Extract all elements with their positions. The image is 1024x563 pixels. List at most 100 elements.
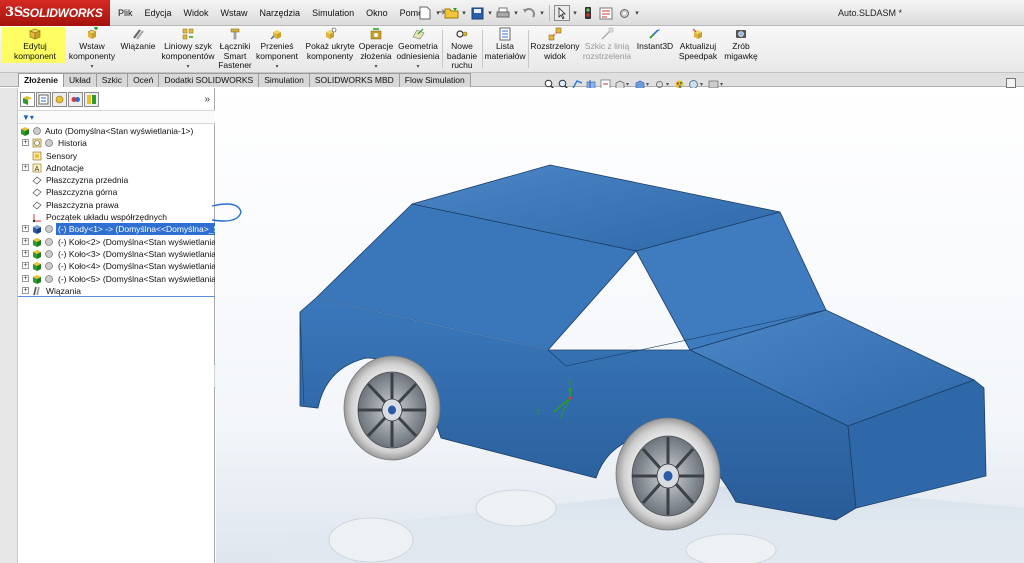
part-blue-icon bbox=[33, 225, 41, 235]
undo-dropdown-icon[interactable]: ▾ bbox=[538, 9, 546, 17]
view-settings-dropdown-icon[interactable]: ▾ bbox=[720, 81, 726, 88]
property-manager-tab-icon[interactable] bbox=[36, 92, 51, 107]
tab-ocen[interactable]: Oceń bbox=[127, 73, 160, 87]
view-orientation-dropdown-icon[interactable]: ▾ bbox=[626, 81, 632, 88]
tab-flow-simulation[interactable]: Flow Simulation bbox=[398, 73, 471, 87]
display-manager-tab-icon[interactable] bbox=[84, 92, 99, 107]
solidworks-logo[interactable]: 3S SOLIDWORKS bbox=[0, 0, 110, 26]
update-speedpak-button[interactable]: Aktualizuj Speedpak bbox=[676, 27, 720, 71]
menu-plik[interactable]: Plik bbox=[112, 0, 139, 26]
expand-icon[interactable]: + bbox=[22, 163, 29, 171]
filter-icon[interactable]: ▼▾ bbox=[22, 113, 34, 122]
expand-icon[interactable]: + bbox=[22, 249, 29, 257]
select-dropdown-icon[interactable]: ▾ bbox=[571, 9, 579, 17]
save-icon[interactable] bbox=[469, 5, 485, 21]
reference-geometry-dropdown-icon[interactable]: ▾ bbox=[416, 63, 419, 73]
menu-widok[interactable]: Widok bbox=[178, 0, 215, 26]
tab-simulation[interactable]: Simulation bbox=[258, 73, 310, 87]
explode-line-sketch-button[interactable]: Szkic z linią rozstrzelenia bbox=[582, 27, 632, 71]
open-dropdown-icon[interactable]: ▾ bbox=[460, 9, 468, 17]
display-style-dropdown-icon[interactable]: ▾ bbox=[646, 81, 652, 88]
assembly-icon bbox=[21, 127, 29, 136]
options-gear-icon[interactable] bbox=[616, 5, 632, 21]
reference-geometry-icon bbox=[412, 28, 425, 40]
open-folder-icon[interactable] bbox=[443, 5, 459, 21]
tree-item-plane-front[interactable]: Płaszczyzna przednia bbox=[18, 174, 215, 186]
move-component-dropdown-icon[interactable]: ▾ bbox=[275, 63, 278, 73]
print-icon[interactable] bbox=[495, 5, 511, 21]
tab-szkic[interactable]: Szkic bbox=[95, 73, 129, 87]
mate-button[interactable]: Wiązanie bbox=[118, 27, 158, 71]
take-snapshot-button[interactable]: Zrób migawkę bbox=[722, 27, 760, 71]
insert-components-button[interactable]: Wstaw komponenty ▾ bbox=[66, 27, 118, 71]
bill-of-materials-button[interactable]: Lista materiałów bbox=[484, 27, 526, 71]
expand-icon[interactable]: + bbox=[22, 237, 29, 245]
menu-simulation[interactable]: Simulation bbox=[306, 0, 360, 26]
panel-expand-icon[interactable]: » bbox=[204, 94, 210, 105]
insert-components-icon bbox=[87, 27, 98, 39]
expand-icon[interactable]: + bbox=[22, 225, 29, 233]
dimxpert-tab-icon[interactable] bbox=[68, 92, 83, 107]
tree-item-kolo-2[interactable]: + (-) Koło<2> (Domyślna<Stan wyświetlani… bbox=[18, 236, 215, 248]
hide-show-dropdown-icon[interactable]: ▾ bbox=[666, 81, 672, 88]
exploded-view-button[interactable]: Rozstrzelony widok bbox=[530, 27, 580, 71]
tab-uklad[interactable]: Układ bbox=[63, 73, 97, 87]
save-dropdown-icon[interactable]: ▾ bbox=[486, 9, 494, 17]
tree-item-body-1[interactable]: + (-) Body<1> -> (Domyślna<<Domyślna>_S bbox=[18, 223, 215, 236]
graphics-viewport[interactable]: Y Z bbox=[216, 88, 1024, 563]
tree-item-plane-top[interactable]: Płaszczyzna górna bbox=[18, 186, 215, 198]
tree-item-kolo-4[interactable]: + (-) Koło<4> (Domyślna<Stan wyświetlani… bbox=[18, 260, 215, 272]
menu-edycja[interactable]: Edycja bbox=[139, 0, 178, 26]
configuration-manager-tab-icon[interactable] bbox=[52, 92, 67, 107]
quick-access-toolbar: ▾ ▾ ▾ ▾ ▾ ▾ ▾ bbox=[416, 4, 641, 22]
tree-item-plane-right[interactable]: Płaszczyzna prawa bbox=[18, 199, 215, 211]
new-document-icon[interactable] bbox=[417, 5, 433, 21]
assembly-features-button[interactable]: Operacje złożenia ▾ bbox=[358, 27, 394, 71]
feature-manager-tab-icon[interactable] bbox=[20, 92, 35, 107]
expand-icon[interactable]: + bbox=[22, 286, 29, 294]
expand-icon[interactable]: + bbox=[22, 274, 29, 282]
select-arrow-icon[interactable] bbox=[554, 5, 570, 21]
tree-filter-bar[interactable]: ▼▾ bbox=[18, 110, 215, 124]
linear-pattern-dropdown-icon[interactable]: ▾ bbox=[186, 63, 189, 73]
menu-wstaw[interactable]: Wstaw bbox=[215, 0, 254, 26]
linear-pattern-button[interactable]: Liniowy szyk komponentów ▾ bbox=[160, 27, 216, 71]
options-dropdown-icon[interactable]: ▾ bbox=[633, 9, 641, 17]
expand-icon[interactable]: + bbox=[22, 139, 29, 147]
edit-component-button[interactable]: Edytuj komponent bbox=[6, 27, 64, 71]
instant3d-button[interactable]: Instant3D bbox=[634, 27, 676, 71]
assembly-features-icon bbox=[370, 28, 382, 40]
tree-item-adnotacje[interactable]: + A Adnotacje bbox=[18, 162, 215, 174]
rebuild-traffic-light-icon[interactable] bbox=[580, 5, 596, 21]
insert-components-dropdown-icon[interactable]: ▾ bbox=[90, 63, 93, 73]
assembly-features-dropdown-icon[interactable]: ▾ bbox=[374, 63, 377, 73]
tree-item-kolo-3[interactable]: + (-) Koło<3> (Domyślna<Stan wyświetlani… bbox=[18, 248, 215, 260]
mates-folder-icon bbox=[33, 286, 40, 296]
menu-narzedzia[interactable]: Narzędzia bbox=[254, 0, 307, 26]
print-dropdown-icon[interactable]: ▾ bbox=[512, 9, 520, 17]
tree-item-kolo-5[interactable]: + (-) Koło<5> (Domyślna<Stan wyświetlani… bbox=[18, 273, 215, 285]
smart-fasteners-button[interactable]: Łączniki Smart Fastener bbox=[216, 27, 254, 71]
new-dropdown-icon[interactable]: ▾ bbox=[434, 9, 442, 17]
triad-y-label: Y bbox=[568, 380, 573, 387]
show-hidden-components-button[interactable]: Pokaż ukryte komponenty bbox=[302, 27, 358, 71]
tree-item-historia[interactable]: + Historia bbox=[18, 137, 215, 149]
reference-geometry-button[interactable]: Geometria odniesienia ▾ bbox=[396, 27, 440, 71]
apply-scene-dropdown-icon[interactable]: ▾ bbox=[700, 81, 706, 88]
expand-icon[interactable]: + bbox=[22, 262, 29, 270]
menu-okno[interactable]: Okno bbox=[360, 0, 394, 26]
eye-icon bbox=[33, 127, 41, 135]
bom-icon bbox=[499, 27, 511, 41]
undo-icon[interactable] bbox=[521, 5, 537, 21]
tree-item-origin[interactable]: Początek układu współrzędnych bbox=[18, 211, 215, 223]
file-properties-icon[interactable] bbox=[598, 5, 614, 21]
move-component-button[interactable]: Przenieś komponent ▾ bbox=[254, 27, 300, 71]
tab-dodatki-solidworks[interactable]: Dodatki SOLIDWORKS bbox=[158, 73, 260, 87]
tree-root-assembly[interactable]: Auto (Domyślna<Stan wyświetlania-1>) bbox=[18, 125, 215, 137]
tree-item-sensory[interactable]: Sensory bbox=[18, 150, 215, 162]
new-motion-study-button[interactable]: Nowe badanie ruchu bbox=[444, 27, 480, 71]
maximize-view-icon[interactable] bbox=[1006, 78, 1016, 88]
tab-solidworks-mbd[interactable]: SOLIDWORKS MBD bbox=[308, 73, 400, 87]
tab-zlozenie[interactable]: Złożenie bbox=[18, 73, 65, 87]
feature-manager-panel: » ▼▾ Auto (Domyślna<Stan wyświetlania-1>… bbox=[18, 88, 215, 563]
